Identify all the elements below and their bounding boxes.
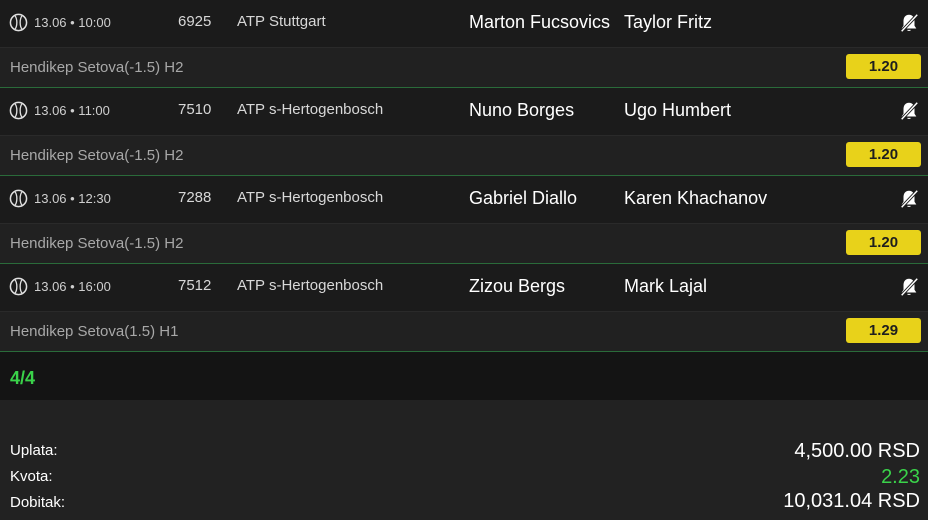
tennis-ball-icon bbox=[9, 277, 28, 296]
away-team: Taylor Fritz bbox=[624, 12, 713, 32]
match-header[interactable]: 13.06 • 12:30 7288 ATP s-Hertogenbosch G… bbox=[0, 176, 928, 224]
ticket-summary: Uplata: 4,500.00 RSD Kvota: 2.23 Dobitak… bbox=[0, 400, 928, 520]
potential-win-value: 10,031.04 RSD bbox=[783, 490, 920, 512]
match-row: 13.06 • 12:30 7288 ATP s-Hertogenbosch G… bbox=[0, 176, 928, 264]
match-code: 6925 bbox=[178, 13, 212, 30]
bell-off-icon[interactable] bbox=[898, 100, 920, 122]
selection-counter-bar: 4/4 bbox=[0, 352, 928, 400]
match-header[interactable]: 13.06 • 10:00 6925 ATP Stuttgart Marton … bbox=[0, 0, 928, 48]
league-name: ATP s-Hertogenbosch bbox=[237, 189, 384, 206]
match-row: 13.06 • 11:00 7510 ATP s-Hertogenbosch N… bbox=[0, 88, 928, 176]
match-header[interactable]: 13.06 • 16:00 7512 ATP s-Hertogenbosch Z… bbox=[0, 264, 928, 312]
match-time: 13.06 • 10:00 bbox=[34, 15, 111, 30]
home-team: Marton Fucsovics bbox=[469, 12, 611, 32]
league-name: ATP s-Hertogenbosch bbox=[237, 277, 384, 294]
match-code: 7510 bbox=[178, 101, 212, 118]
selection-counter: 4/4 bbox=[10, 368, 36, 388]
away-team: Karen Khachanov bbox=[624, 188, 768, 208]
market-label: Hendikep Setova(-1.5) H2 bbox=[10, 59, 184, 76]
market-label: Hendikep Setova(-1.5) H2 bbox=[10, 147, 184, 164]
tennis-ball-icon bbox=[9, 13, 28, 32]
market-row: Hendikep Setova(1.5) H1 1.29 bbox=[0, 312, 928, 351]
bell-off-icon[interactable] bbox=[898, 276, 920, 298]
bell-off-icon[interactable] bbox=[898, 12, 920, 34]
away-team: Mark Lajal bbox=[624, 276, 708, 296]
home-team: Zizou Bergs bbox=[469, 276, 566, 296]
match-row: 13.06 • 16:00 7512 ATP s-Hertogenbosch Z… bbox=[0, 264, 928, 352]
odd-button[interactable]: 1.20 bbox=[846, 54, 921, 79]
stake-value: 4,500.00 RSD bbox=[794, 440, 920, 462]
league-name: ATP Stuttgart bbox=[237, 13, 326, 30]
home-team: Nuno Borges bbox=[469, 100, 575, 120]
match-time: 13.06 • 11:00 bbox=[34, 103, 110, 118]
tennis-ball-icon bbox=[9, 101, 28, 120]
tennis-ball-icon bbox=[9, 189, 28, 208]
match-code: 7288 bbox=[178, 189, 212, 206]
bell-off-icon[interactable] bbox=[898, 188, 920, 210]
market-row: Hendikep Setova(-1.5) H2 1.20 bbox=[0, 224, 928, 263]
total-odds-value: 2.23 bbox=[881, 466, 920, 488]
away-team: Ugo Humbert bbox=[624, 100, 732, 120]
odd-button[interactable]: 1.20 bbox=[846, 142, 921, 167]
odd-button[interactable]: 1.20 bbox=[846, 230, 921, 255]
match-header[interactable]: 13.06 • 11:00 7510 ATP s-Hertogenbosch N… bbox=[0, 88, 928, 136]
match-time: 13.06 • 12:30 bbox=[34, 191, 111, 206]
home-team: Gabriel Diallo bbox=[469, 188, 578, 208]
match-code: 7512 bbox=[178, 277, 212, 294]
odd-button[interactable]: 1.29 bbox=[846, 318, 921, 343]
match-time: 13.06 • 16:00 bbox=[34, 279, 111, 294]
match-row: 13.06 • 10:00 6925 ATP Stuttgart Marton … bbox=[0, 0, 928, 88]
match-list: 13.06 • 10:00 6925 ATP Stuttgart Marton … bbox=[0, 0, 928, 352]
market-label: Hendikep Setova(-1.5) H2 bbox=[10, 235, 184, 252]
stake-label: Uplata: bbox=[10, 442, 58, 459]
odds-label: Kvota: bbox=[10, 468, 53, 485]
win-label: Dobitak: bbox=[10, 494, 66, 511]
market-label: Hendikep Setova(1.5) H1 bbox=[10, 323, 179, 340]
league-name: ATP s-Hertogenbosch bbox=[237, 101, 384, 118]
market-row: Hendikep Setova(-1.5) H2 1.20 bbox=[0, 136, 928, 175]
market-row: Hendikep Setova(-1.5) H2 1.20 bbox=[0, 48, 928, 87]
